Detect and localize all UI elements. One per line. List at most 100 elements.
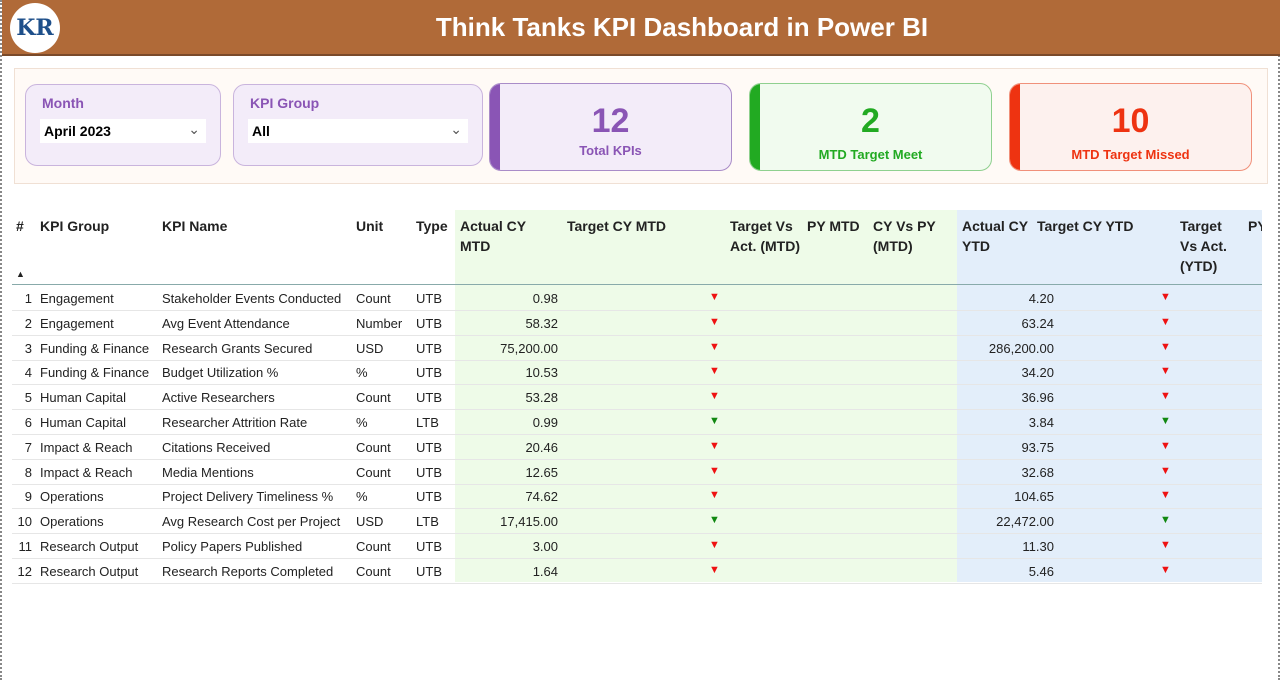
table-row[interactable]: 7 Impact & Reach Citations Received Count UT… <box>12 435 1262 460</box>
cell-unit: USD <box>356 340 384 356</box>
cell-n: 6 <box>24 415 32 430</box>
table-row[interactable]: 6 Human Capital Researcher Attrition Rate%… <box>12 410 1262 435</box>
cell-group: Impact & Reach <box>40 439 133 455</box>
kpi-group-slicer: KPI Group All ⌄ <box>233 84 483 166</box>
cell-n: 4 <box>24 365 32 381</box>
cell-type: UTB <box>416 390 442 406</box>
cell-ytd: 32.68 <box>1021 464 1054 480</box>
target-met-triangle-icon: ▼ <box>1160 514 1171 527</box>
target-met-triangle-icon: ▼ <box>1160 415 1171 427</box>
total-kpis-label: Total KPIs <box>579 143 642 158</box>
column-header[interactable]: Unit <box>356 216 414 236</box>
target-met-triangle-icon: ▼ <box>709 415 720 427</box>
cell-ytd: 93.75 <box>1021 439 1054 455</box>
cell-type: UTB <box>416 464 442 480</box>
cell-mtd: 74.62 <box>525 489 558 505</box>
cell-name: Avg Event Attendance <box>162 315 290 331</box>
table-row[interactable]: 11 Research Output Policy Papers Published… <box>12 534 1262 559</box>
target-missed-triangle-icon: ▼ <box>1160 315 1171 328</box>
target-missed-triangle-icon: ▼ <box>709 489 720 502</box>
mtd-meet-value: 2 <box>861 102 880 140</box>
cell-unit: % <box>356 489 368 505</box>
column-header[interactable]: # <box>16 216 36 236</box>
mtd-target-meet-card: 2 MTD Target Meet <box>749 83 992 171</box>
cell-unit: % <box>356 365 368 381</box>
cell-unit: Number <box>356 315 403 331</box>
cell-unit: Count <box>356 563 391 579</box>
target-missed-triangle-icon: ▼ <box>1160 489 1171 502</box>
chevron-down-icon: ⌄ <box>188 121 200 137</box>
cell-group: Operations <box>40 489 104 505</box>
cell-type: UTB <box>416 291 442 306</box>
column-header[interactable]: KPI Name <box>162 216 352 236</box>
target-missed-triangle-icon: ▼ <box>1160 340 1171 353</box>
total-kpis-value: 12 <box>591 102 630 140</box>
cell-mtd: 0.99 <box>532 415 558 430</box>
column-header[interactable]: Type <box>416 216 456 236</box>
column-header[interactable]: Actual CY YTD <box>962 216 1032 256</box>
column-header[interactable]: Target CY YTD <box>1037 216 1177 236</box>
table-row[interactable]: 1 Engagement Stakeholder Events Conducted C… <box>12 286 1262 311</box>
table-row[interactable]: 12 Research Output Research Reports Comple… <box>12 559 1262 584</box>
table-row[interactable]: 5 Human Capital Active Researchers Count UTB… <box>12 385 1262 411</box>
cell-unit: Count <box>356 464 391 480</box>
table-row[interactable]: 3 Funding & Finance Research Grants Secure… <box>12 336 1262 361</box>
column-header[interactable]: Actual CY MTD <box>460 216 560 256</box>
mtd-missed-value: 10 <box>1111 102 1150 140</box>
cell-mtd: 53.28 <box>525 390 558 406</box>
table-row[interactable]: 10 Operations Avg Research Cost per Projec… <box>12 509 1262 535</box>
cell-group: Human Capital <box>40 415 126 430</box>
target-missed-triangle-icon: ▼ <box>1160 390 1171 403</box>
cell-name: Researcher Attrition Rate <box>162 415 308 430</box>
target-missed-triangle-icon: ▼ <box>709 365 720 378</box>
cell-group: Funding & Finance <box>40 365 150 381</box>
column-header[interactable]: PY MTD <box>807 216 867 236</box>
cell-name: Research Grants Secured <box>162 340 313 356</box>
target-missed-triangle-icon: ▼ <box>709 390 720 403</box>
month-dropdown[interactable]: April 2023 ⌄ <box>40 119 206 143</box>
cell-mtd: 17,415.00 <box>500 514 558 530</box>
cell-group: Engagement <box>40 315 114 331</box>
column-header[interactable]: Target Vs Act. (YTD) <box>1180 216 1240 276</box>
target-missed-triangle-icon: ▼ <box>709 563 720 576</box>
table-row[interactable]: 9 Operations Project Delivery Timeliness %… <box>12 484 1262 510</box>
target-met-triangle-icon: ▼ <box>709 514 720 527</box>
cell-ytd: 3.84 <box>1028 415 1054 430</box>
cell-n: 1 <box>24 291 32 306</box>
kpi-table: # KPI Group KPI Name Unit Type Actual CY MTD T… <box>12 206 1262 584</box>
cell-ytd: 4.20 <box>1028 291 1054 306</box>
cell-mtd: 0.98 <box>532 291 558 306</box>
cell-n: 9 <box>24 489 32 505</box>
cell-name: Budget Utilization % <box>162 365 279 381</box>
cell-ytd: 104.65 <box>1014 489 1054 505</box>
kpi-group-value: All <box>252 123 270 139</box>
cell-group: Operations <box>40 514 104 530</box>
sort-ascending-icon[interactable]: ▲ <box>16 264 25 284</box>
target-missed-triangle-icon: ▼ <box>709 340 720 353</box>
table-row[interactable]: 4 Funding & Finance Budget Utilization %% U… <box>12 360 1262 386</box>
cell-name: Stakeholder Events Conducted <box>162 291 342 306</box>
cell-unit: Count <box>356 390 391 406</box>
column-header[interactable]: CY Vs PY (MTD) <box>873 216 953 256</box>
cell-name: Project Delivery Timeliness % <box>162 489 334 505</box>
cell-mtd: 1.64 <box>532 563 558 579</box>
column-header[interactable]: Target CY MTD <box>567 216 717 236</box>
cell-unit: % <box>356 415 368 430</box>
cell-type: UTB <box>416 439 442 455</box>
cell-unit: USD <box>356 514 384 530</box>
cell-type: LTB <box>416 514 439 530</box>
target-missed-triangle-icon: ▼ <box>1160 464 1171 477</box>
mtd-meet-label: MTD Target Meet <box>818 147 923 162</box>
column-header[interactable]: KPI Group <box>40 216 160 236</box>
table-row[interactable]: 2 Engagement Avg Event Attendance Number UTB… <box>12 311 1262 336</box>
table-row[interactable]: 8 Impact & Reach Media Mentions Count UTB 12.… <box>12 460 1262 485</box>
cell-mtd: 58.32 <box>525 315 558 331</box>
target-missed-triangle-icon: ▼ <box>709 539 720 551</box>
cell-name: Research Reports Completed <box>162 563 334 579</box>
column-header[interactable]: Target Vs Act. (MTD) <box>730 216 800 256</box>
kpi-group-dropdown[interactable]: All ⌄ <box>248 119 468 143</box>
cell-type: UTB <box>416 563 442 579</box>
cell-type: LTB <box>416 415 439 430</box>
mtd-missed-label: MTD Target Missed <box>1071 147 1190 162</box>
column-header[interactable]: PY <box>1248 216 1262 236</box>
